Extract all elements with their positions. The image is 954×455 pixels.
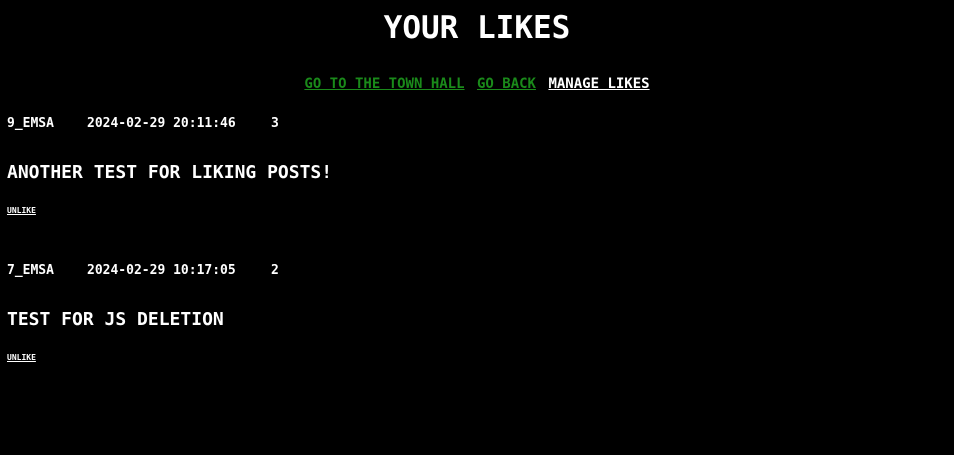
go-back-link[interactable]: GO BACK: [477, 76, 536, 92]
page-title: YOUR LIKES: [383, 10, 571, 46]
post-text: TEST FOR JS DELETION: [7, 309, 224, 330]
post-like-count: 2: [271, 263, 279, 278]
post-like-count: 3: [271, 116, 279, 131]
post-text: ANOTHER TEST FOR LIKING POSTS!: [7, 162, 333, 183]
post-timestamp: 2024-02-29 10:17:05: [87, 263, 236, 278]
page: YOUR LIKES GO TO THE TOWN HALL GO BACK M…: [0, 0, 954, 455]
town-hall-link[interactable]: GO TO THE TOWN HALL: [304, 76, 464, 92]
liked-post: 9_EMSA 2024-02-29 20:11:46 3 ANOTHER TEST …: [7, 116, 937, 217]
unlike-link[interactable]: UNLIKE: [7, 353, 36, 362]
unlike-link[interactable]: UNLIKE: [7, 206, 36, 215]
post-meta: 7_EMSA 2024-02-29 10:17:05 2: [7, 263, 937, 279]
post-author: 9_EMSA: [7, 116, 54, 131]
liked-post: 7_EMSA 2024-02-29 10:17:05 2 TEST FOR JS D…: [7, 263, 937, 364]
post-timestamp: 2024-02-29 20:11:46: [87, 116, 236, 131]
manage-likes-link[interactable]: MANAGE LIKES: [548, 76, 649, 92]
post-meta: 9_EMSA 2024-02-29 20:11:46 3: [7, 116, 937, 132]
nav-links: GO TO THE TOWN HALL GO BACK MANAGE LIKES: [0, 74, 954, 94]
post-author: 7_EMSA: [7, 263, 54, 278]
